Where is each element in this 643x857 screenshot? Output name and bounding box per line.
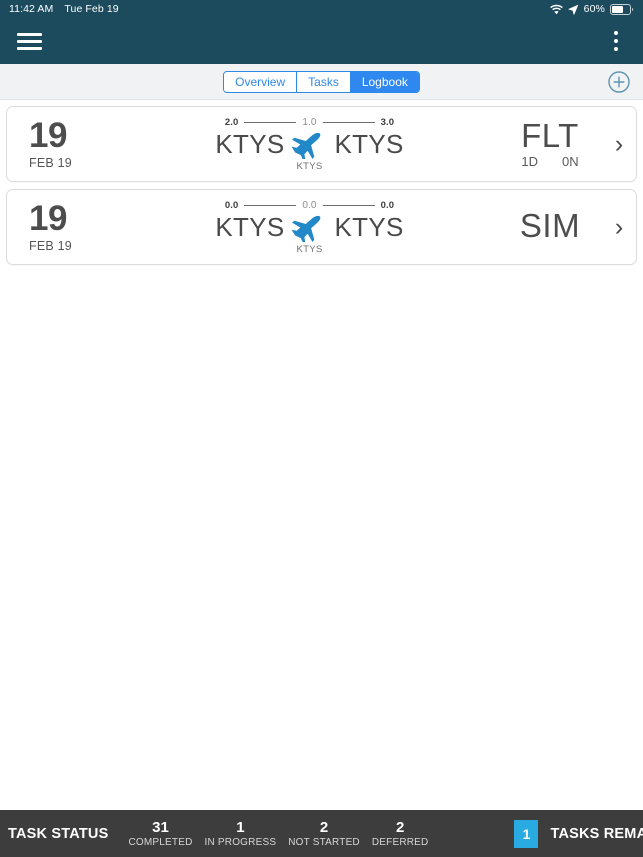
route-destination-code: KTYS <box>334 128 404 159</box>
tasks-remaining-badge: 1 <box>514 819 539 848</box>
duration-connector-line-left <box>244 121 297 123</box>
entry-route-column: 0.0 0.0 0.0 KTYS KTYS KTYS <box>125 200 494 255</box>
chevron-right-icon[interactable]: › <box>615 214 623 240</box>
battery-percent-label: 60% <box>583 3 605 15</box>
entry-durations: 2.0 1.0 3.0 <box>225 117 394 128</box>
duration-right-value: 3.0 <box>380 116 395 128</box>
task-status-title: TASK STATUS <box>8 825 109 842</box>
plus-circle-icon[interactable] <box>607 70 631 94</box>
stat-not-started: 2 NOT STARTED <box>282 819 366 847</box>
hamburger-menu-icon[interactable] <box>17 32 42 50</box>
entry-type-column: FLT 1D 0N <box>494 116 606 169</box>
entry-route: KTYS KTYS <box>215 211 404 244</box>
route-sub-label: KTYS <box>296 160 323 172</box>
entry-night-count: 0N <box>562 154 579 170</box>
route-sub-label: KTYS <box>296 243 323 255</box>
route-origin-code: KTYS <box>215 128 285 159</box>
stat-completed-value: 31 <box>152 819 169 837</box>
entry-type-label: SIM <box>519 207 581 245</box>
stat-completed: 31 COMPLETED <box>122 819 198 847</box>
airplane-icon <box>289 129 331 161</box>
entry-day-count: 1D <box>521 154 538 170</box>
task-status-bar: TASK STATUS 31 COMPLETED 1 IN PROGRESS 2… <box>0 810 643 857</box>
duration-mid-value: 0.0 <box>302 199 317 211</box>
stat-deferred: 2 DEFERRED <box>366 819 435 847</box>
battery-icon <box>610 3 634 15</box>
entry-route: KTYS KTYS <box>215 128 404 161</box>
entry-type-meta: 1D 0N <box>521 154 578 169</box>
status-bar-time: 11:42 AM <box>9 3 54 15</box>
duration-left-value: 0.0 <box>224 199 239 211</box>
duration-connector-line-left <box>244 204 297 206</box>
stat-completed-label: COMPLETED <box>128 836 193 848</box>
app-header-bar <box>0 18 643 64</box>
kebab-menu-icon[interactable] <box>606 30 626 52</box>
entry-date-column: 19 FEB 19 <box>7 118 125 170</box>
entry-route-column: 2.0 1.0 3.0 KTYS KTYS KTYS <box>125 117 494 172</box>
route-destination-code: KTYS <box>334 211 404 242</box>
logbook-entry-row[interactable]: 19 FEB 19 2.0 1.0 3.0 KTYS KTYS KTYS FLT… <box>6 106 637 182</box>
duration-left-value: 2.0 <box>224 116 239 128</box>
stat-deferred-label: DEFERRED <box>371 836 429 848</box>
entry-durations: 0.0 0.0 0.0 <box>225 200 394 211</box>
duration-right-value: 0.0 <box>380 199 395 211</box>
logbook-entry-row[interactable]: 19 FEB 19 0.0 0.0 0.0 KTYS KTYS KTYS SIM… <box>6 189 637 265</box>
task-status-stats: 31 COMPLETED 1 IN PROGRESS 2 NOT STARTED… <box>122 819 434 847</box>
tab-overview[interactable]: Overview <box>224 71 298 92</box>
status-bar-date: Tue Feb 19 <box>64 3 119 15</box>
entry-day-number: 19 <box>29 116 67 156</box>
stat-in-progress-value: 1 <box>236 819 245 837</box>
chevron-right-icon[interactable]: › <box>615 131 623 157</box>
entry-date-label: FEB 19 <box>29 238 72 253</box>
entry-type-label: FLT <box>521 116 579 154</box>
stat-not-started-value: 2 <box>319 819 329 837</box>
wifi-icon <box>549 4 563 15</box>
status-bar-right: 60% <box>549 3 634 15</box>
airplane-icon <box>289 212 331 244</box>
duration-connector-line-right <box>322 121 375 123</box>
route-origin-code: KTYS <box>215 211 285 242</box>
stat-deferred-value: 2 <box>395 819 405 837</box>
stat-not-started-label: NOT STARTED <box>288 836 360 848</box>
entry-day-number: 19 <box>29 199 67 239</box>
tasks-remaining-label: TASKS REMAINING <box>550 825 643 842</box>
duration-mid-value: 1.0 <box>302 116 317 128</box>
entry-date-label: FEB 19 <box>29 155 72 170</box>
tasks-remaining-group[interactable]: 1 TASKS REMAINING <box>514 819 643 848</box>
entry-date-column: 19 FEB 19 <box>7 201 125 253</box>
entry-type-column: SIM <box>494 209 606 245</box>
entry-disclosure-column[interactable]: › <box>606 214 632 240</box>
view-toolbar: Overview Tasks Logbook <box>0 64 643 100</box>
logbook-list: 19 FEB 19 2.0 1.0 3.0 KTYS KTYS KTYS FLT… <box>0 100 643 810</box>
stat-in-progress-label: IN PROGRESS <box>204 836 277 848</box>
location-arrow-icon <box>568 4 579 15</box>
app-root: 11:42 AM Tue Feb 19 60% Overview Tasks L… <box>0 0 643 857</box>
duration-connector-line-right <box>322 204 375 206</box>
tab-logbook[interactable]: Logbook <box>350 71 419 92</box>
os-status-bar: 11:42 AM Tue Feb 19 60% <box>0 0 643 18</box>
tab-tasks[interactable]: Tasks <box>297 71 351 92</box>
view-segmented-control[interactable]: Overview Tasks Logbook <box>223 70 420 93</box>
stat-in-progress: 1 IN PROGRESS <box>199 819 283 847</box>
entry-disclosure-column[interactable]: › <box>606 131 632 157</box>
status-bar-left: 11:42 AM Tue Feb 19 <box>9 3 119 15</box>
